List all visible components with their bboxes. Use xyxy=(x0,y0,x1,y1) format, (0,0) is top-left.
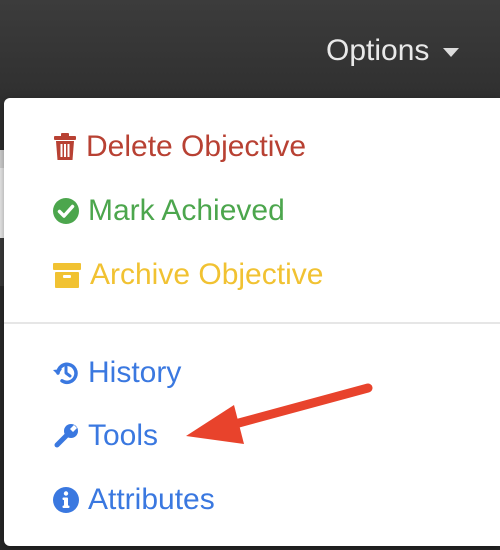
history-icon xyxy=(53,362,78,385)
caret-down-icon xyxy=(443,47,460,57)
options-label: Options xyxy=(326,34,430,67)
menu-item-attributes[interactable]: Attributes xyxy=(52,480,215,520)
menu-item-archive-objective[interactable]: Archive Objective xyxy=(52,255,323,295)
menu-item-delete-objective[interactable]: Delete Objective xyxy=(52,127,306,167)
menu-item-label: Delete Objective xyxy=(86,130,307,163)
archive-box-icon xyxy=(53,263,81,288)
menu-item-label: Mark Achieved xyxy=(88,194,285,227)
menu-item-history[interactable]: History xyxy=(52,353,181,393)
check-circle-icon xyxy=(53,198,79,224)
menu-item-label: Archive Objective xyxy=(90,258,324,291)
menu-item-label: Tools xyxy=(88,419,159,452)
options-dropdown-toggle[interactable]: Options xyxy=(326,34,460,68)
menu-item-mark-achieved[interactable]: Mark Achieved xyxy=(52,191,285,231)
info-circle-icon xyxy=(53,487,79,513)
trash-icon xyxy=(54,133,76,160)
menu-item-label: History xyxy=(88,356,182,389)
menu-item-tools[interactable]: Tools xyxy=(52,416,158,456)
wrench-icon xyxy=(54,424,78,448)
options-dropdown-menu: Delete Objective Mark Achieved Archive O… xyxy=(4,98,500,546)
menu-item-label: Attributes xyxy=(88,483,215,516)
menu-divider xyxy=(4,322,500,324)
